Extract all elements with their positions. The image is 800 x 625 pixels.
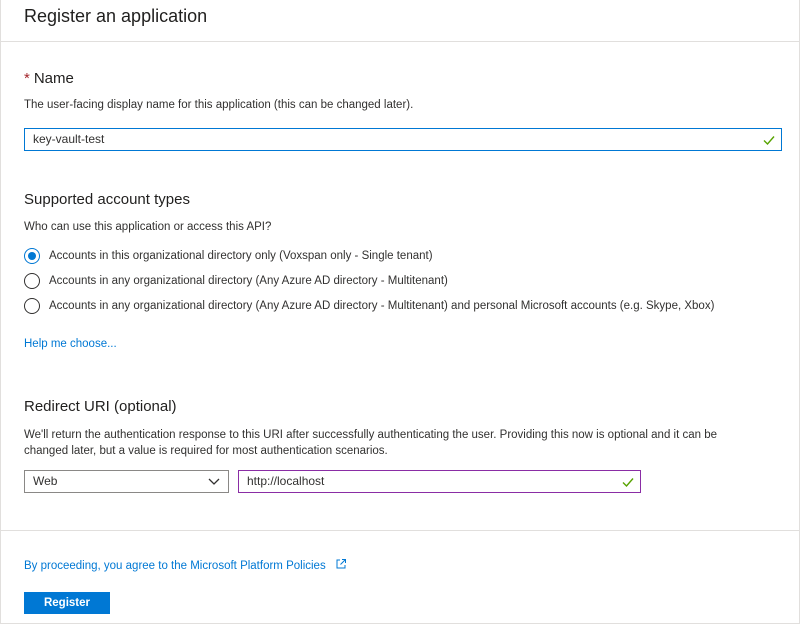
external-link-icon — [336, 559, 346, 569]
page-title: Register an application — [24, 6, 208, 26]
register-button[interactable]: Register — [24, 592, 110, 614]
account-option-label: Accounts in any organizational directory… — [49, 300, 715, 312]
radio-button[interactable] — [24, 273, 40, 289]
name-description: The user-facing display name for this ap… — [24, 99, 414, 111]
redirect-uri-description-line1: We'll return the authentication response… — [24, 429, 718, 441]
redirect-uri-input[interactable]: http://localhost — [238, 470, 641, 493]
name-input[interactable]: key-vault-test — [24, 128, 782, 151]
name-input-value: key-vault-test — [33, 132, 105, 146]
header: Register an application — [0, 0, 800, 42]
account-option-multitenant[interactable]: Accounts in any organizational directory… — [24, 271, 448, 291]
account-option-label: Accounts in any organizational directory… — [49, 275, 448, 287]
radio-button-selected[interactable] — [24, 248, 40, 264]
platform-select[interactable]: Web — [24, 470, 229, 493]
help-me-choose-link[interactable]: Help me choose... — [24, 338, 117, 350]
account-option-label: Accounts in this organizational director… — [49, 250, 433, 262]
account-types-label: Supported account types — [24, 191, 190, 208]
checkmark-icon — [763, 136, 775, 146]
account-types-description: Who can use this application or access t… — [24, 221, 272, 233]
platform-policies-link-text: By proceeding, you agree to the Microsof… — [24, 560, 326, 572]
checkmark-icon — [622, 478, 634, 488]
radio-button[interactable] — [24, 298, 40, 314]
platform-policies-link[interactable]: By proceeding, you agree to the Microsof… — [24, 558, 347, 572]
redirect-uri-value: http://localhost — [247, 474, 325, 488]
redirect-uri-description-line2: changed later, but a value is required f… — [24, 445, 388, 457]
required-marker: * — [24, 70, 30, 87]
account-option-multitenant-personal[interactable]: Accounts in any organizational directory… — [24, 296, 714, 316]
chevron-down-icon — [208, 478, 220, 485]
redirect-uri-label: Redirect URI (optional) — [24, 398, 177, 415]
platform-select-value: Web — [33, 474, 58, 488]
name-label-text: Name — [33, 70, 74, 87]
divider — [0, 530, 800, 531]
name-label: * Name — [24, 70, 74, 87]
account-option-single-tenant[interactable]: Accounts in this organizational director… — [24, 246, 433, 266]
